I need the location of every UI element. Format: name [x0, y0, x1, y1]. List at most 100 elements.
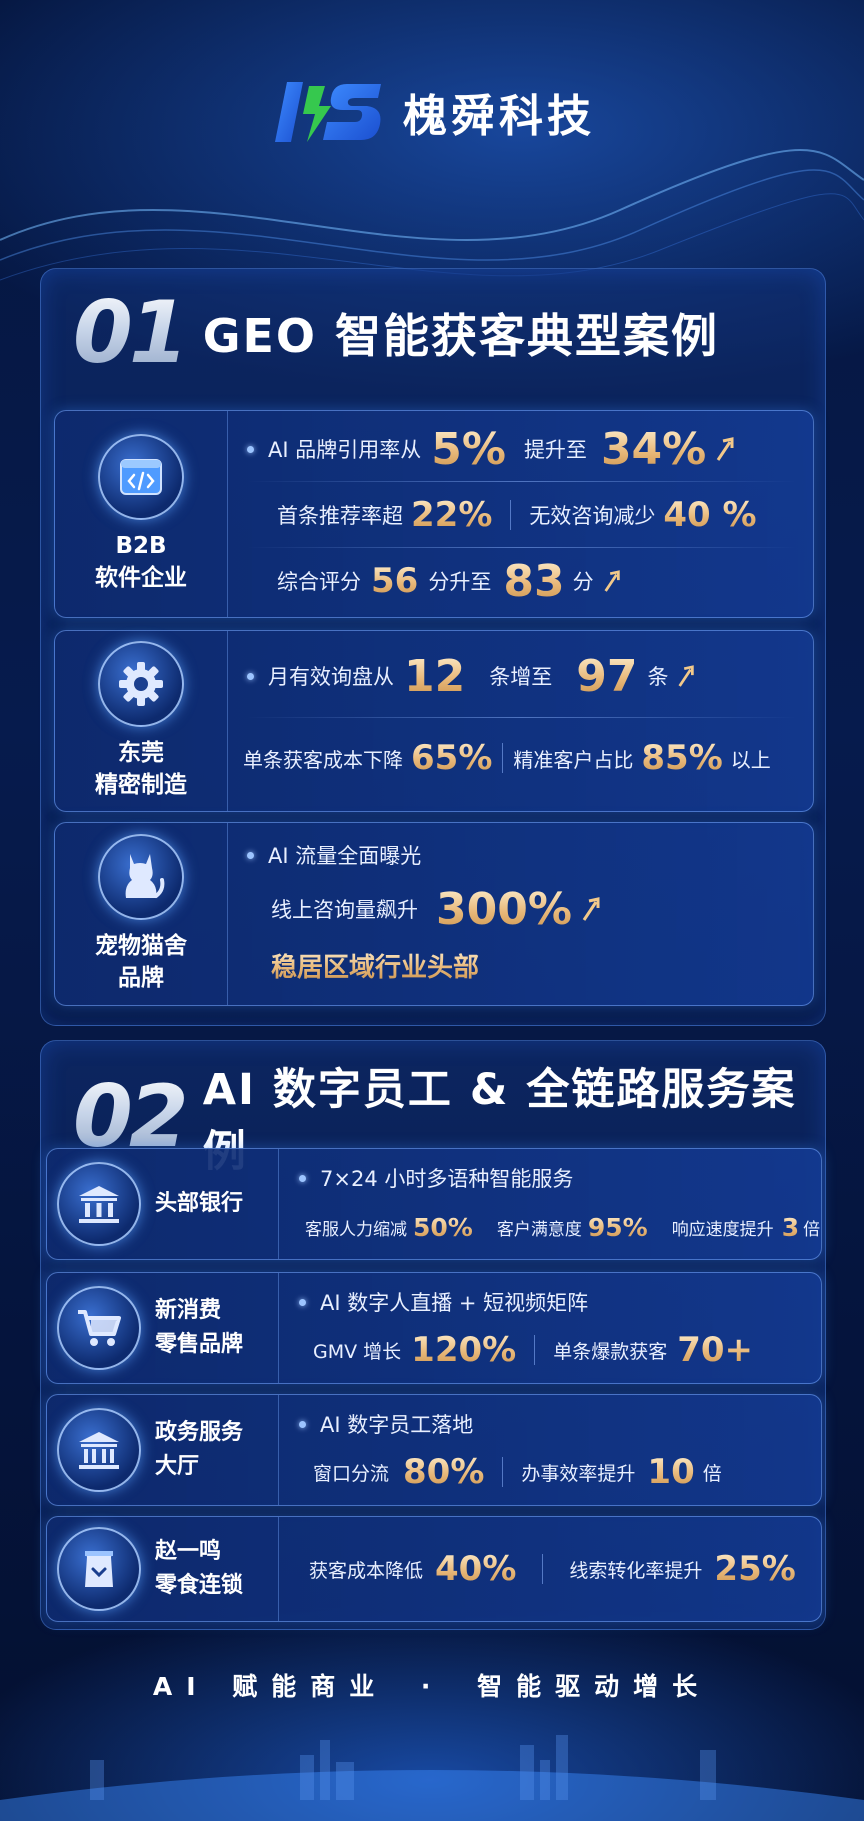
metric-value: 85% — [641, 738, 723, 778]
case-label-panel: B2B 软件企业 — [55, 411, 228, 617]
case-headline-row: AI 数字员工落地 — [299, 1407, 805, 1441]
metric-value: 40 % — [663, 495, 757, 535]
case-name: 政务服务 大厅 — [155, 1416, 243, 1484]
bullet-icon — [247, 445, 254, 453]
metric-row: 综合评分 56 分升至 83 分 — [247, 551, 797, 611]
stat-label: 办事效率提升 — [521, 1462, 636, 1485]
section-1-title: GEO 智能获客典型案例 — [202, 309, 719, 363]
bullet-icon — [247, 672, 254, 680]
case-name-line2: 软件企业 — [95, 565, 187, 591]
case-name-line1: 政务服务 — [155, 1420, 244, 1445]
metric-row: 稳居区域行业头部 — [271, 945, 797, 985]
stat-value: 80% — [403, 1452, 485, 1492]
divider — [534, 1335, 536, 1365]
stat-value: 95% — [587, 1212, 648, 1242]
case-label-panel: 东莞 精密制造 — [55, 631, 228, 811]
case-card-b2b-software[interactable]: B2B 软件企业 AI 品牌引用率从 5% 提升至 34% 首条推荐率超 22%… — [54, 410, 814, 618]
metric-label: AI 品牌引用率从 — [268, 438, 422, 462]
case-card-snack-chain[interactable]: 赵一鸣 零食连锁 获客成本降低 40% 线索转化率提升 25% — [46, 1516, 822, 1622]
case-name-line1: 新消费 — [155, 1298, 222, 1323]
slogan-right: 智能驱动增长 — [477, 1672, 712, 1701]
row-divider — [247, 717, 797, 718]
metric-label: 分升至 — [428, 570, 492, 594]
case-label-panel: 新消费 零售品牌 — [47, 1273, 279, 1383]
bullet-icon — [299, 1174, 306, 1182]
case-name-line2: 零食连锁 — [155, 1573, 244, 1598]
trend-up-arrow-icon — [717, 437, 734, 461]
case-name-line1: 东莞 — [118, 740, 164, 766]
trend-up-arrow-icon — [604, 570, 620, 592]
section-1-heading: 01 GEO 智能获客典型案例 — [73, 283, 719, 383]
case-metrics: 7×24 小时多语种智能服务 客服人力缩减 50% 客户满意度 95% 响应速度… — [279, 1149, 821, 1259]
cat-icon — [98, 834, 184, 920]
divider — [502, 743, 504, 773]
metric-value: 65% — [411, 738, 493, 778]
case-name-line2: 品牌 — [118, 965, 164, 991]
case-headline-row: AI 数字人直播 + 短视频矩阵 — [299, 1285, 805, 1319]
case-card-retail-brand[interactable]: 新消费 零售品牌 AI 数字人直播 + 短视频矩阵 GMV 增长 120% 单条… — [46, 1272, 822, 1384]
trend-up-arrow-icon — [582, 897, 600, 921]
metric-label: 线上咨询量飙升 — [271, 898, 418, 922]
case-name: 赵一鸣 零食连锁 — [155, 1535, 243, 1603]
stat-value: 3 — [781, 1212, 800, 1242]
metric-value: 5% — [431, 423, 506, 475]
footer-city-decoration — [0, 1735, 864, 1821]
trend-up-arrow-icon — [678, 665, 695, 687]
highlight-text: 稳居区域行业头部 — [271, 947, 479, 984]
metric-label: AI 流量全面曝光 — [268, 844, 422, 868]
metric-row: 月有效询盘从 12 条增至 97 条 — [247, 645, 797, 707]
case-name-line2: 大厅 — [155, 1454, 200, 1479]
case-name: 东莞 精密制造 — [95, 737, 187, 801]
slogan-left: AI 赋能商业 — [152, 1672, 389, 1701]
case-name-line1: B2B — [115, 533, 167, 559]
metric-value: 12 — [404, 650, 466, 702]
case-headline-row: 7×24 小时多语种智能服务 — [299, 1161, 805, 1195]
metric-unit: 以上 — [730, 747, 771, 772]
metric-value: 56 — [371, 561, 419, 601]
case-label-panel: 头部银行 — [47, 1149, 279, 1259]
metric-label: 条增至 — [489, 665, 553, 689]
case-name-line2: 零售品牌 — [155, 1332, 244, 1357]
stat-label: 响应速度提升 — [671, 1219, 774, 1240]
metric-row: AI 流量全面曝光 — [247, 839, 797, 871]
government-building-icon — [57, 1408, 141, 1492]
case-name-line1: 头部银行 — [155, 1191, 244, 1216]
stats-row: GMV 增长 120% 单条爆款获客 70+ — [313, 1325, 805, 1375]
case-headline: 7×24 小时多语种智能服务 — [320, 1167, 574, 1191]
case-name-line2: 精密制造 — [95, 772, 187, 798]
stat-value: 120% — [411, 1330, 517, 1370]
case-name: 宠物猫舍 品牌 — [95, 930, 187, 994]
metric-unit: 分 — [572, 570, 594, 594]
row-divider — [247, 547, 797, 548]
metric-value: 300% — [436, 883, 572, 935]
stat-value: 50% — [413, 1212, 473, 1242]
code-window-icon — [98, 434, 184, 520]
case-card-dongguan-manufacturing[interactable]: 东莞 精密制造 月有效询盘从 12 条增至 97 条 单条获客成本下降 65% … — [54, 630, 814, 812]
metric-value: 97 — [576, 650, 638, 702]
case-card-government-hall[interactable]: 政务服务 大厅 AI 数字员工落地 窗口分流 80% 办事效率提升 10 倍 — [46, 1394, 822, 1506]
case-metrics: AI 数字员工落地 窗口分流 80% 办事效率提升 10 倍 — [279, 1395, 821, 1505]
case-metrics: AI 品牌引用率从 5% 提升至 34% 首条推荐率超 22% 无效咨询减少 4… — [227, 411, 813, 617]
snack-bag-icon — [57, 1527, 141, 1611]
bullet-icon — [299, 1420, 306, 1428]
metric-unit: 条 — [647, 665, 669, 689]
footer-slogan: AI 赋能商业 · 智能驱动增长 — [0, 1667, 864, 1703]
metric-label: 无效咨询减少 — [529, 504, 656, 528]
stat-value: 25% — [714, 1549, 796, 1589]
metric-label: 单条获客成本下降 — [243, 747, 403, 772]
stat-label: 窗口分流 — [313, 1462, 390, 1485]
case-card-pet-cattery[interactable]: 宠物猫舍 品牌 AI 流量全面曝光 线上咨询量飙升 300% 稳居区域行业头部 — [54, 822, 814, 1006]
slogan-dot: · — [420, 1672, 445, 1701]
case-name: 头部银行 — [155, 1187, 243, 1221]
case-name: 新消费 零售品牌 — [155, 1294, 243, 1362]
case-card-leading-bank[interactable]: 头部银行 7×24 小时多语种智能服务 客服人力缩减 50% 客户满意度 95%… — [46, 1148, 822, 1260]
metric-row: 线上咨询量飙升 300% — [271, 879, 797, 939]
metric-value: 22% — [411, 495, 493, 535]
stat-label: 线索转化率提升 — [569, 1559, 703, 1582]
stat-value: 70+ — [677, 1330, 754, 1370]
metric-value: 34% — [600, 423, 707, 475]
divider — [502, 1457, 504, 1487]
metric-row: 首条推荐率超 22% 无效咨询减少 40 % — [247, 487, 797, 543]
stat-label: 客服人力缩减 — [305, 1219, 407, 1240]
stat-value: 40% — [435, 1549, 517, 1589]
